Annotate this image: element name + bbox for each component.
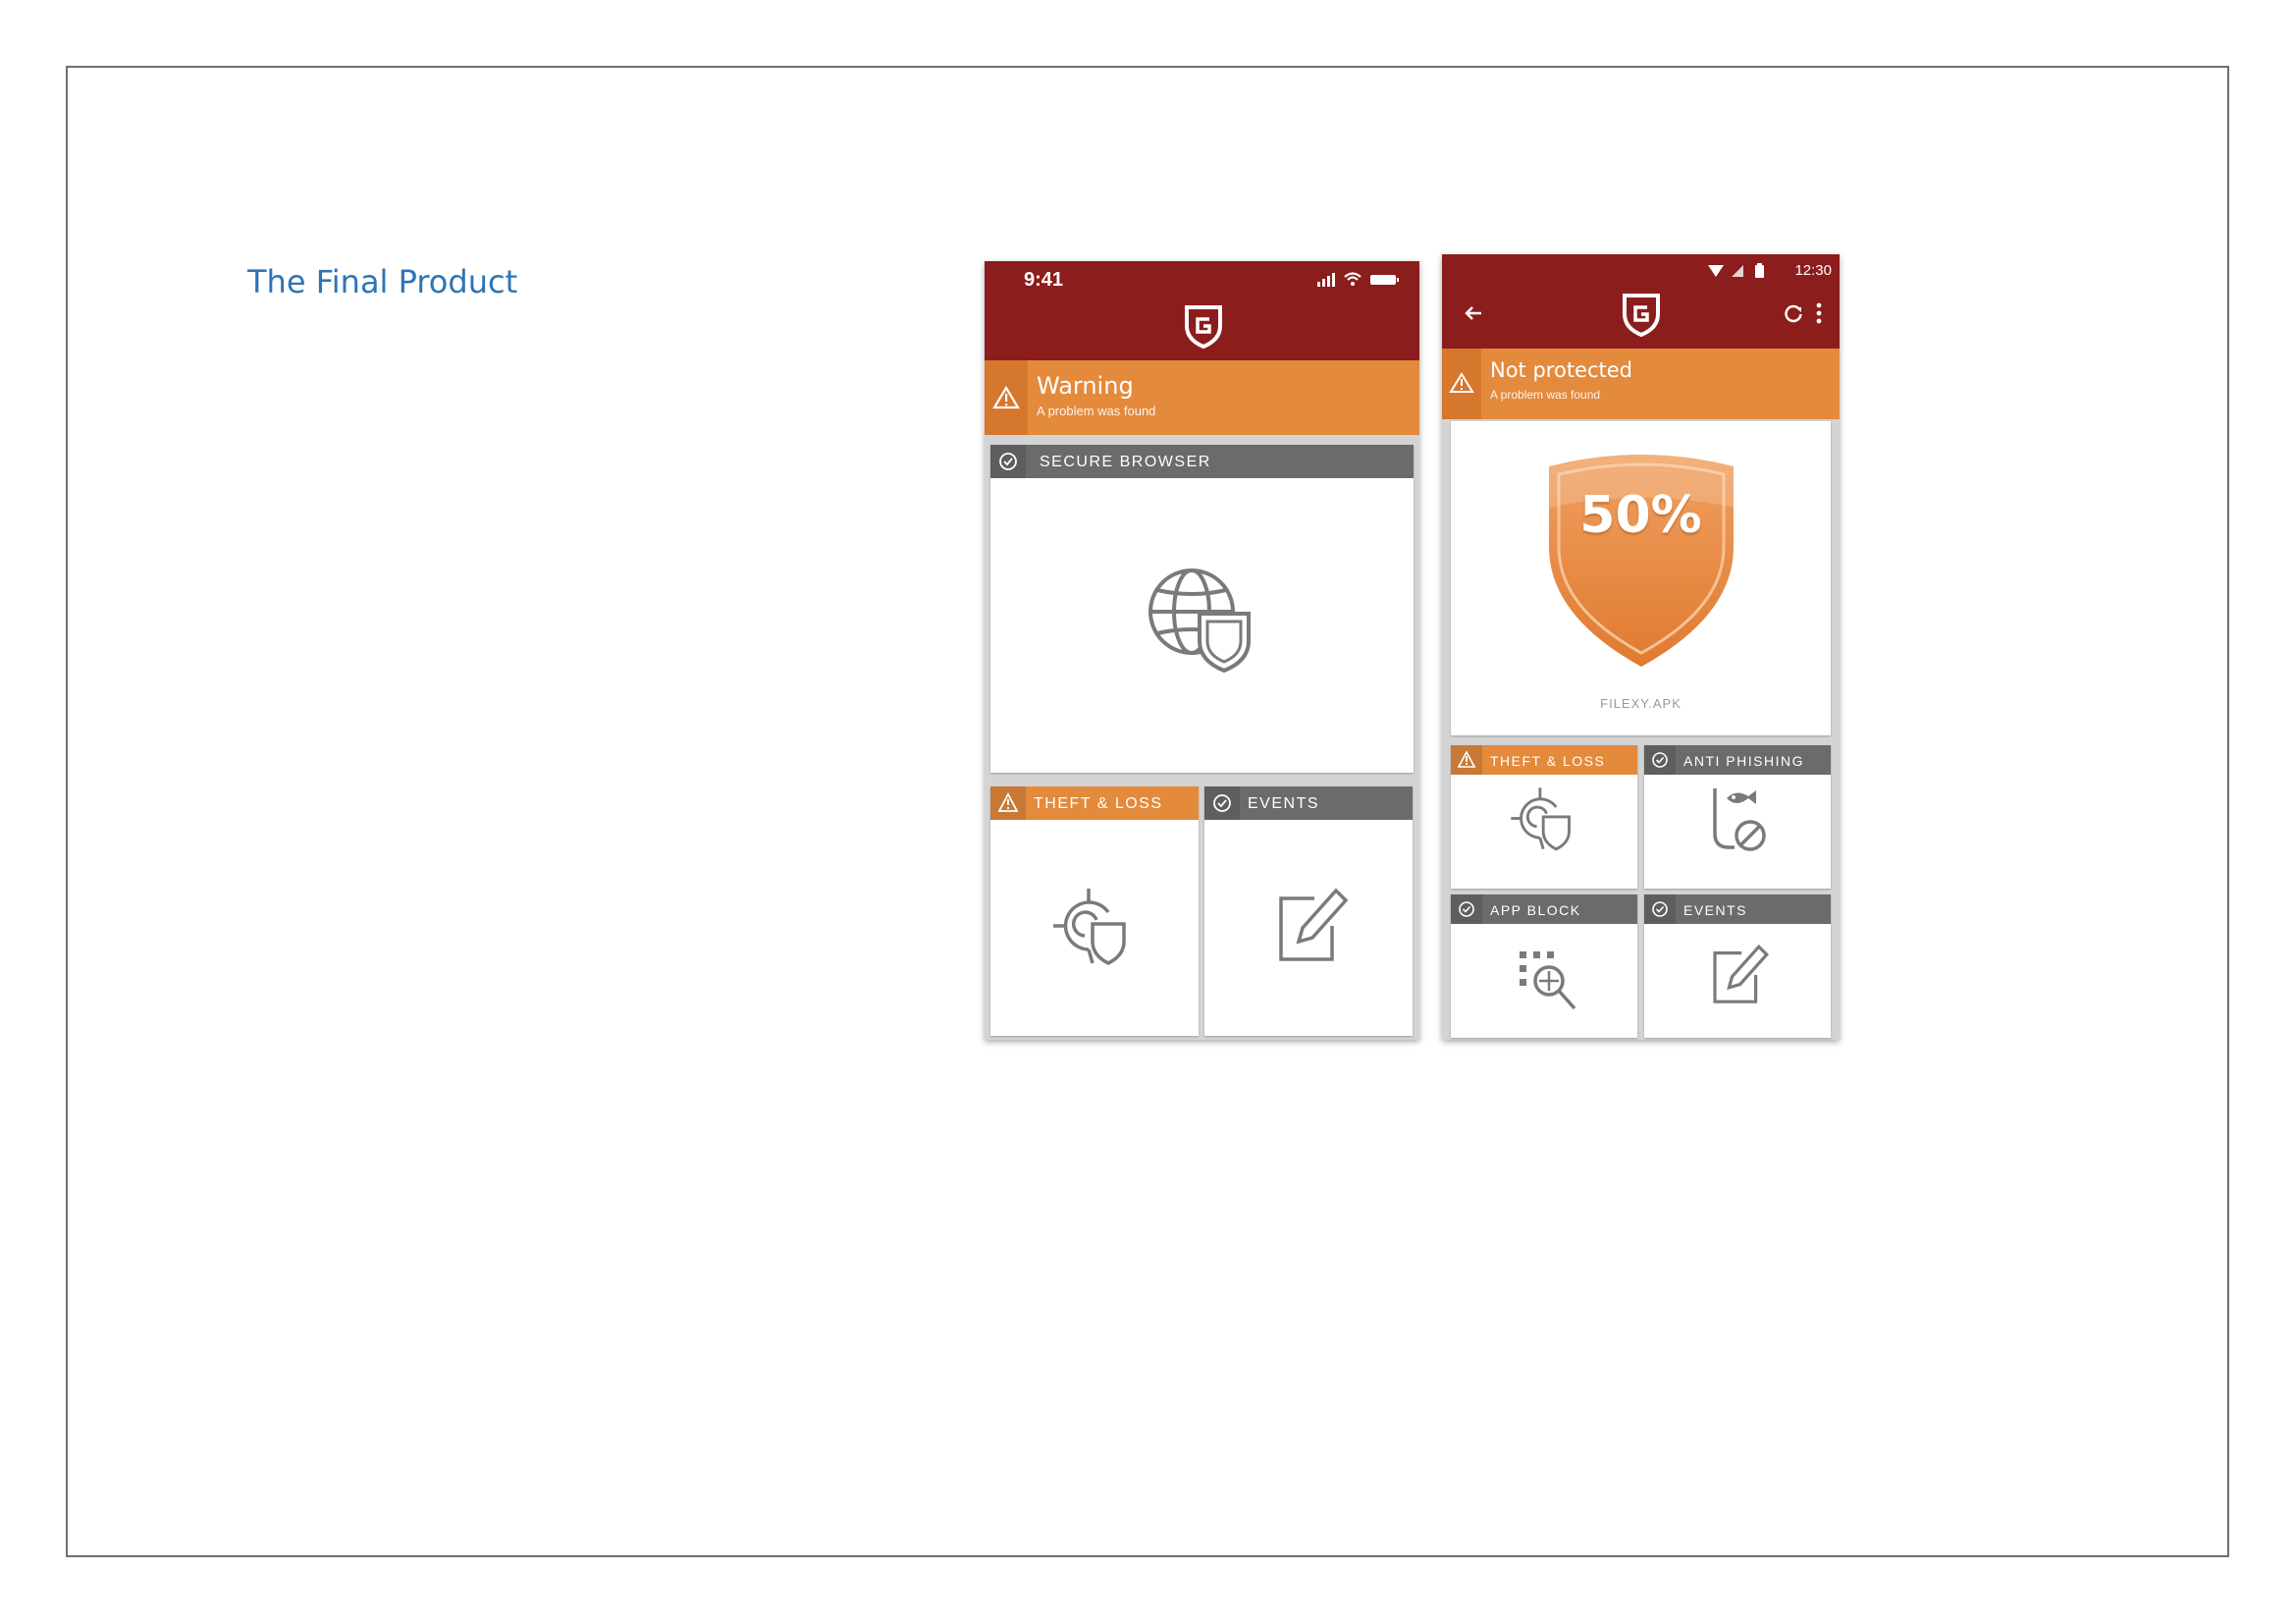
warning-icon — [1442, 349, 1481, 419]
warning-title: Not protected — [1490, 358, 1633, 382]
card-header: ANTI PHISHING — [1644, 745, 1831, 775]
app-bar: 9:41 — [985, 261, 1419, 360]
card-header: EVENTS — [1204, 786, 1413, 820]
app-grid-search-icon — [1516, 947, 1584, 1023]
card-header: SECURE BROWSER — [990, 445, 1414, 478]
status-icons — [1706, 261, 1775, 286]
check-circle-icon — [1644, 745, 1676, 775]
locate-shield-icon — [1508, 785, 1580, 862]
protection-percent: 50% — [1579, 486, 1702, 545]
warning-title: Warning — [1037, 372, 1134, 400]
card-anti-phishing[interactable]: ANTI PHISHING — [1644, 745, 1831, 889]
check-circle-icon — [990, 445, 1026, 478]
warning-subtitle: A problem was found — [1037, 404, 1156, 418]
edit-note-icon — [1707, 944, 1770, 1011]
card-header: EVENTS — [1644, 894, 1831, 924]
card-app-block[interactable]: APP BLOCK — [1451, 894, 1637, 1038]
locate-shield-icon — [1049, 885, 1138, 978]
status-icons — [1315, 269, 1402, 294]
app-bar: 12:30 — [1442, 254, 1840, 349]
globe-shield-icon — [1143, 563, 1260, 685]
card-theft-loss[interactable]: THEFT & LOSS — [1451, 745, 1637, 889]
warning-banner[interactable]: Not protected A problem was found — [1442, 349, 1840, 419]
document-title: The Final Product — [247, 263, 518, 300]
scanned-file-name: FILEXY.APK — [1600, 696, 1682, 711]
card-header: THEFT & LOSS — [990, 786, 1199, 820]
check-circle-icon — [1451, 894, 1482, 924]
card-protection-status: 50% FILEXY.APK — [1451, 421, 1831, 735]
card-theft-loss[interactable]: THEFT & LOSS — [990, 786, 1199, 1036]
card-events[interactable]: EVENTS — [1644, 894, 1831, 1038]
card-header: THEFT & LOSS — [1451, 745, 1637, 775]
card-label: EVENTS — [1683, 902, 1748, 918]
warning-icon — [985, 360, 1028, 435]
check-circle-icon — [1204, 786, 1240, 820]
warning-subtitle: A problem was found — [1490, 388, 1601, 402]
gdata-logo-icon — [1621, 291, 1662, 343]
card-label: SECURE BROWSER — [1040, 454, 1211, 470]
anti-phishing-hook-icon — [1701, 785, 1774, 862]
card-secure-browser[interactable]: SECURE BROWSER — [990, 445, 1414, 773]
card-label: THEFT & LOSS — [1034, 795, 1163, 812]
card-label: THEFT & LOSS — [1490, 753, 1606, 769]
phone-screenshot-home: 9:41 Warning A problem was found SECURE … — [985, 261, 1419, 1040]
card-events[interactable]: EVENTS — [1204, 786, 1413, 1036]
wifi-signal-battery-icon — [1708, 263, 1764, 278]
back-arrow-icon[interactable] — [1462, 301, 1485, 330]
refresh-icon[interactable] — [1783, 302, 1804, 329]
status-time: 12:30 — [1794, 262, 1832, 279]
edit-note-icon — [1271, 887, 1350, 970]
phone-screenshot-scan: 12:30 Not protected A problem was found — [1442, 254, 1840, 1040]
card-header: APP BLOCK — [1451, 894, 1637, 924]
gdata-logo-icon — [1183, 302, 1224, 354]
warning-icon — [1451, 745, 1482, 775]
card-label: ANTI PHISHING — [1683, 753, 1804, 769]
warning-icon — [990, 786, 1026, 820]
card-label: EVENTS — [1248, 795, 1320, 812]
check-circle-icon — [1644, 894, 1676, 924]
signal-wifi-battery-icon — [1317, 272, 1399, 287]
warning-banner[interactable]: Warning A problem was found — [985, 360, 1419, 435]
protection-shield-icon — [1543, 449, 1739, 679]
more-vertical-icon[interactable] — [1816, 302, 1822, 329]
card-label: APP BLOCK — [1490, 902, 1581, 918]
status-time: 9:41 — [1024, 269, 1064, 291]
